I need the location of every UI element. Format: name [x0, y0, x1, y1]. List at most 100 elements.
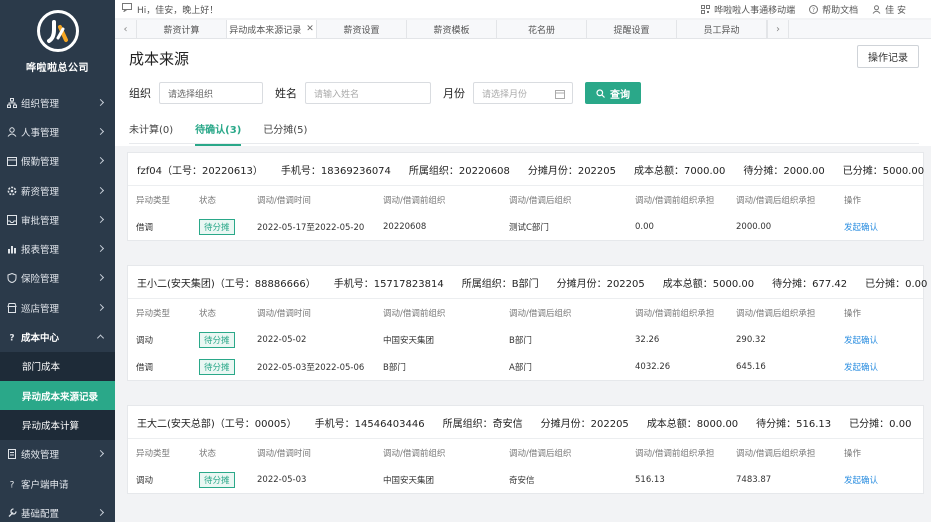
chevron-down-icon: [96, 127, 105, 135]
card-pending: 待分摊：516.13: [756, 418, 832, 430]
table-row: 借调 待分摊 2022-05-17至2022-05-20 20220608 测试C部门 0…: [128, 213, 923, 240]
card-allocated: 已分摊：0.00: [865, 278, 928, 290]
top-bar: Hi，佳安，晚上好！ 哗啦啦人事通移动端 ? 帮助文档 佳 安: [115, 0, 931, 18]
search-button[interactable]: 查询: [585, 82, 641, 104]
card-total: 成本总额：8000.00: [646, 418, 739, 430]
sidebar-item-label: 成本中心: [21, 333, 60, 345]
card-name: fzf04（工号：20220613）: [137, 165, 263, 177]
inbox-icon: [6, 214, 18, 226]
card-org: 所属组织：20220608: [408, 165, 510, 177]
sidebar-item-label: 巡店管理: [21, 303, 60, 315]
card-month: 分摊月份：202205: [540, 418, 629, 430]
tab-employee-change[interactable]: 员工异动: [677, 20, 767, 38]
sidebar-subitem[interactable]: 部门成本: [0, 351, 115, 381]
user-menu[interactable]: 佳 安: [872, 3, 906, 16]
tab-scroll-left-icon[interactable]: ‹: [115, 20, 137, 38]
sidebar-item-label: 审批管理: [21, 215, 60, 227]
month-picker[interactable]: 请选择月份: [473, 82, 573, 104]
sidebar-item-label: 客户端申请: [21, 479, 69, 491]
cell-action[interactable]: 发起确认: [844, 474, 878, 486]
message-icon[interactable]: [122, 3, 132, 15]
logo-area: 哗啦啦总公司: [0, 0, 115, 88]
column-header: 调动/借调前组织: [383, 308, 446, 319]
cell-from-amount: 4032.26: [635, 361, 671, 372]
cell-change-time: 2022-05-02: [257, 334, 307, 345]
company-name: 哗啦啦总公司: [26, 63, 89, 74]
cell-to-org: B部门: [509, 335, 532, 346]
cell-change-type: 借调: [136, 222, 154, 233]
column-header: 调动/借调时间: [257, 195, 311, 206]
column-header: 异动类型: [136, 195, 171, 206]
sidebar-item[interactable]: 假勤管理: [0, 147, 115, 176]
sidebar-item[interactable]: 报表管理: [0, 234, 115, 263]
svg-text:?: ?: [9, 334, 14, 343]
sidebar-item[interactable]: 基础配置: [0, 498, 115, 522]
column-header: 调动/借调前组织承担: [635, 448, 715, 459]
tab-cost-source[interactable]: 异动成本来源记录 ✕: [227, 20, 317, 38]
cell-from-org: 20220608: [383, 221, 427, 232]
card-org: 所属组织：奇安信: [442, 418, 523, 430]
column-header: 调动/借调前组织: [383, 448, 446, 459]
sidebar-item-label: 基础配置: [21, 508, 60, 520]
sidebar-item-label: 人事管理: [21, 127, 60, 139]
org-label: 组织: [129, 87, 151, 100]
sidebar-item[interactable]: 审批管理: [0, 205, 115, 234]
cell-status: 待分摊: [199, 471, 235, 488]
sidebar-item[interactable]: 组织管理: [0, 88, 115, 117]
filter-bar: 组织 请选择组织 姓名 请输入姓名 月份 请选择月份 查询: [129, 82, 641, 104]
table-row: 调动 待分摊 2022-05-02 中国安天集团 B部门 32.26 290.32 发起确认: [128, 326, 923, 353]
sidebar-subitem[interactable]: 异动成本计算: [0, 410, 115, 440]
person-icon: [6, 126, 18, 138]
column-header: 操作: [844, 195, 862, 206]
column-header: 状态: [199, 448, 217, 459]
chevron-down-icon: [96, 245, 105, 253]
sidebar-item[interactable]: 绩效管理: [0, 440, 115, 469]
tab-salary-template[interactable]: 薪资模板: [407, 20, 497, 38]
cell-status: 待分摊: [199, 218, 235, 235]
cell-to-org: 测试C部门: [509, 222, 549, 233]
help-doc-link[interactable]: ? 帮助文档: [809, 3, 858, 16]
sidebar-item[interactable]: 人事管理: [0, 117, 115, 146]
cell-action[interactable]: 发起确认: [844, 221, 878, 233]
org-select[interactable]: 请选择组织: [159, 82, 263, 104]
tab-reminder[interactable]: 提醒设置: [587, 20, 677, 38]
cell-change-type: 调动: [136, 475, 154, 486]
company-logo[interactable]: [36, 10, 79, 52]
cell-from-org: 中国安天集团: [383, 335, 435, 346]
column-header: 调动/借调前组织: [383, 195, 446, 206]
tab-salary-settings[interactable]: 薪资设置: [317, 20, 407, 38]
table-header-row: 异动类型 状态 调动/借调时间 调动/借调前组织 调动/借调后组织 调动/借调前组织承担 调…: [128, 186, 923, 213]
card-month: 分摊月份：202205: [527, 165, 617, 177]
qr-icon: [701, 4, 711, 14]
column-header: 调动/借调后组织承担: [736, 308, 816, 319]
sidebar-item[interactable]: 薪资管理: [0, 176, 115, 205]
mobile-link[interactable]: 哗啦啦人事通移动端: [701, 3, 795, 16]
cell-change-type: 借调: [136, 362, 154, 373]
card-name: 王大二(安天总部)（工号：00005）: [137, 418, 297, 430]
close-icon[interactable]: ✕: [306, 24, 314, 34]
name-input[interactable]: 请输入姓名: [305, 82, 431, 104]
cell-action[interactable]: 发起确认: [844, 334, 878, 346]
sidebar-item[interactable]: 巡店管理: [0, 293, 115, 322]
sidebar-item[interactable]: ? 成本中心: [0, 322, 115, 351]
cell-to-org: A部门: [509, 362, 532, 373]
chart-icon: [6, 243, 18, 255]
tab-salary-calc[interactable]: 薪资计算: [137, 20, 227, 38]
column-header: 异动类型: [136, 308, 171, 319]
tabs-bar: ‹ 薪资计算 异动成本来源记录 ✕ 薪资设置 薪资模板 花名册 提醒设置 员工异动…: [115, 20, 931, 39]
sidebar-item[interactable]: 保险管理: [0, 264, 115, 293]
table-header-row: 异动类型 状态 调动/借调时间 调动/借调前组织 调动/借调后组织 调动/借调前组织承担 调…: [128, 299, 923, 326]
cell-to-amount: 7483.87: [736, 474, 772, 485]
column-header: 调动/借调前组织承担: [635, 195, 715, 206]
cell-action[interactable]: 发起确认: [844, 361, 878, 373]
tab-roster[interactable]: 花名册: [497, 20, 587, 38]
table-header-row: 异动类型 状态 调动/借调时间 调动/借调前组织 调动/借调后组织 调动/借调前组织承担 调…: [128, 439, 923, 466]
sidebar-item[interactable]: ? 客户端申请: [0, 469, 115, 498]
column-header: 调动/借调后组织承担: [736, 195, 816, 206]
sidebar-subitem[interactable]: 异动成本来源记录: [0, 380, 115, 411]
cell-from-org: B部门: [383, 362, 406, 373]
operation-log-button[interactable]: 操作记录: [857, 45, 919, 68]
tab-scroll-right-icon[interactable]: ›: [767, 20, 789, 38]
cell-to-amount: 645.16: [736, 361, 766, 372]
card-total: 成本总额：7000.00: [634, 165, 726, 177]
